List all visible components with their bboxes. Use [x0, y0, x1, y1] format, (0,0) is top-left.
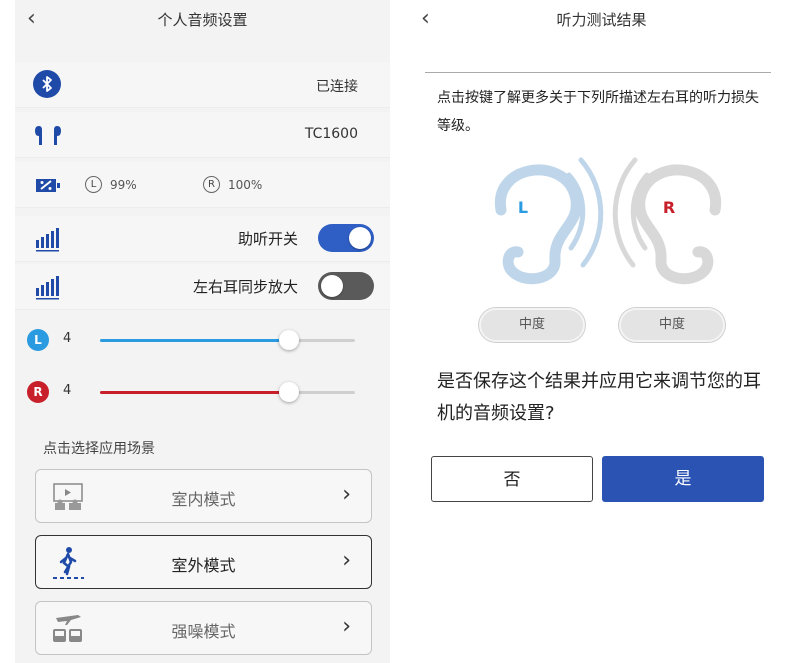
left-battery: L 99% — [85, 176, 137, 193]
left-header: ‹ 个人音频设置 — [15, 0, 390, 40]
left-ear-label: L — [518, 198, 528, 217]
right-header: ‹ 听力测试结果 — [403, 0, 800, 40]
left-ear-icon[interactable]: L — [494, 157, 604, 285]
left-volume-row: L 4 — [15, 321, 390, 361]
page-title-left: 个人音频设置 — [157, 11, 248, 29]
scene-noisy[interactable]: 强噪模式 › — [35, 601, 372, 655]
left-ear-badge: L — [27, 329, 49, 351]
scene-label: 室外模式 — [171, 556, 236, 575]
right-volume-slider[interactable] — [100, 382, 355, 402]
earbuds-icon — [33, 120, 63, 150]
battery-row: L 99% R 100% — [15, 162, 390, 208]
chevron-right-icon: › — [342, 614, 351, 639]
hearing-aid-toggle[interactable] — [318, 224, 374, 252]
left-slider-thumb[interactable] — [278, 330, 299, 350]
scene-outdoor[interactable]: 室外模式 › — [35, 535, 372, 589]
sync-amplify-row: 左右耳同步放大 — [15, 264, 390, 310]
left-ear-indicator: L — [85, 176, 102, 193]
no-button[interactable]: 否 — [431, 456, 593, 502]
ear-illustration: L R — [494, 157, 722, 285]
page-title-right: 听力测试结果 — [556, 11, 647, 29]
bluetooth-icon — [33, 70, 63, 100]
right-slider-thumb[interactable] — [278, 382, 299, 402]
right-volume-row: R 4 — [15, 373, 390, 413]
scene-label: 强噪模式 — [171, 622, 236, 641]
device-row: TC1600 — [15, 112, 390, 158]
bluetooth-row: 已连接 — [15, 62, 390, 108]
left-volume-slider[interactable] — [100, 330, 355, 350]
bluetooth-status: 已连接 — [316, 79, 358, 95]
hearing-test-result-panel: ‹ 听力测试结果 点击按键了解更多关于下列所描述左右耳的听力损失等级。 L R … — [403, 0, 800, 663]
right-ear-label: R — [663, 198, 675, 217]
sync-amplify-label: 左右耳同步放大 — [192, 278, 298, 296]
chevron-right-icon: › — [342, 548, 351, 573]
audio-settings-panel: ‹ 个人音频设置 已连接 TC1600 L 99% R 100% 助听开关 左右… — [15, 0, 390, 663]
divider — [425, 72, 771, 73]
right-battery: R 100% — [203, 176, 262, 193]
battery-icon — [33, 170, 63, 200]
save-question: 是否保存这个结果并应用它来调节您的耳机的音频设置? — [437, 371, 761, 424]
left-battery-value: 99% — [110, 177, 137, 192]
right-ear-indicator: R — [203, 176, 220, 193]
device-model: TC1600 — [304, 126, 358, 142]
right-volume-value: 4 — [63, 383, 72, 398]
yes-button[interactable]: 是 — [602, 456, 764, 502]
right-ear-level-button[interactable]: 中度 — [619, 308, 725, 342]
right-ear-badge: R — [27, 381, 49, 403]
signal-bars-icon — [33, 224, 63, 254]
sync-amplify-toggle[interactable] — [318, 272, 374, 300]
scene-indoor[interactable]: 室内模式 › — [35, 469, 372, 523]
right-battery-value: 100% — [228, 177, 263, 192]
signal-bars-icon — [33, 272, 63, 302]
right-ear-icon[interactable]: R — [612, 157, 722, 285]
hearing-aid-label: 助听开关 — [237, 230, 298, 248]
left-volume-value: 4 — [63, 331, 72, 346]
info-text: 点击按键了解更多关于下列所描述左右耳的听力损失等级。 — [437, 90, 759, 134]
left-ear-level-button[interactable]: 中度 — [479, 308, 585, 342]
scene-section-label: 点击选择应用场景 — [43, 441, 155, 457]
chevron-right-icon: › — [342, 482, 351, 507]
hearing-aid-row: 助听开关 — [15, 216, 390, 262]
scene-label: 室内模式 — [171, 490, 236, 509]
